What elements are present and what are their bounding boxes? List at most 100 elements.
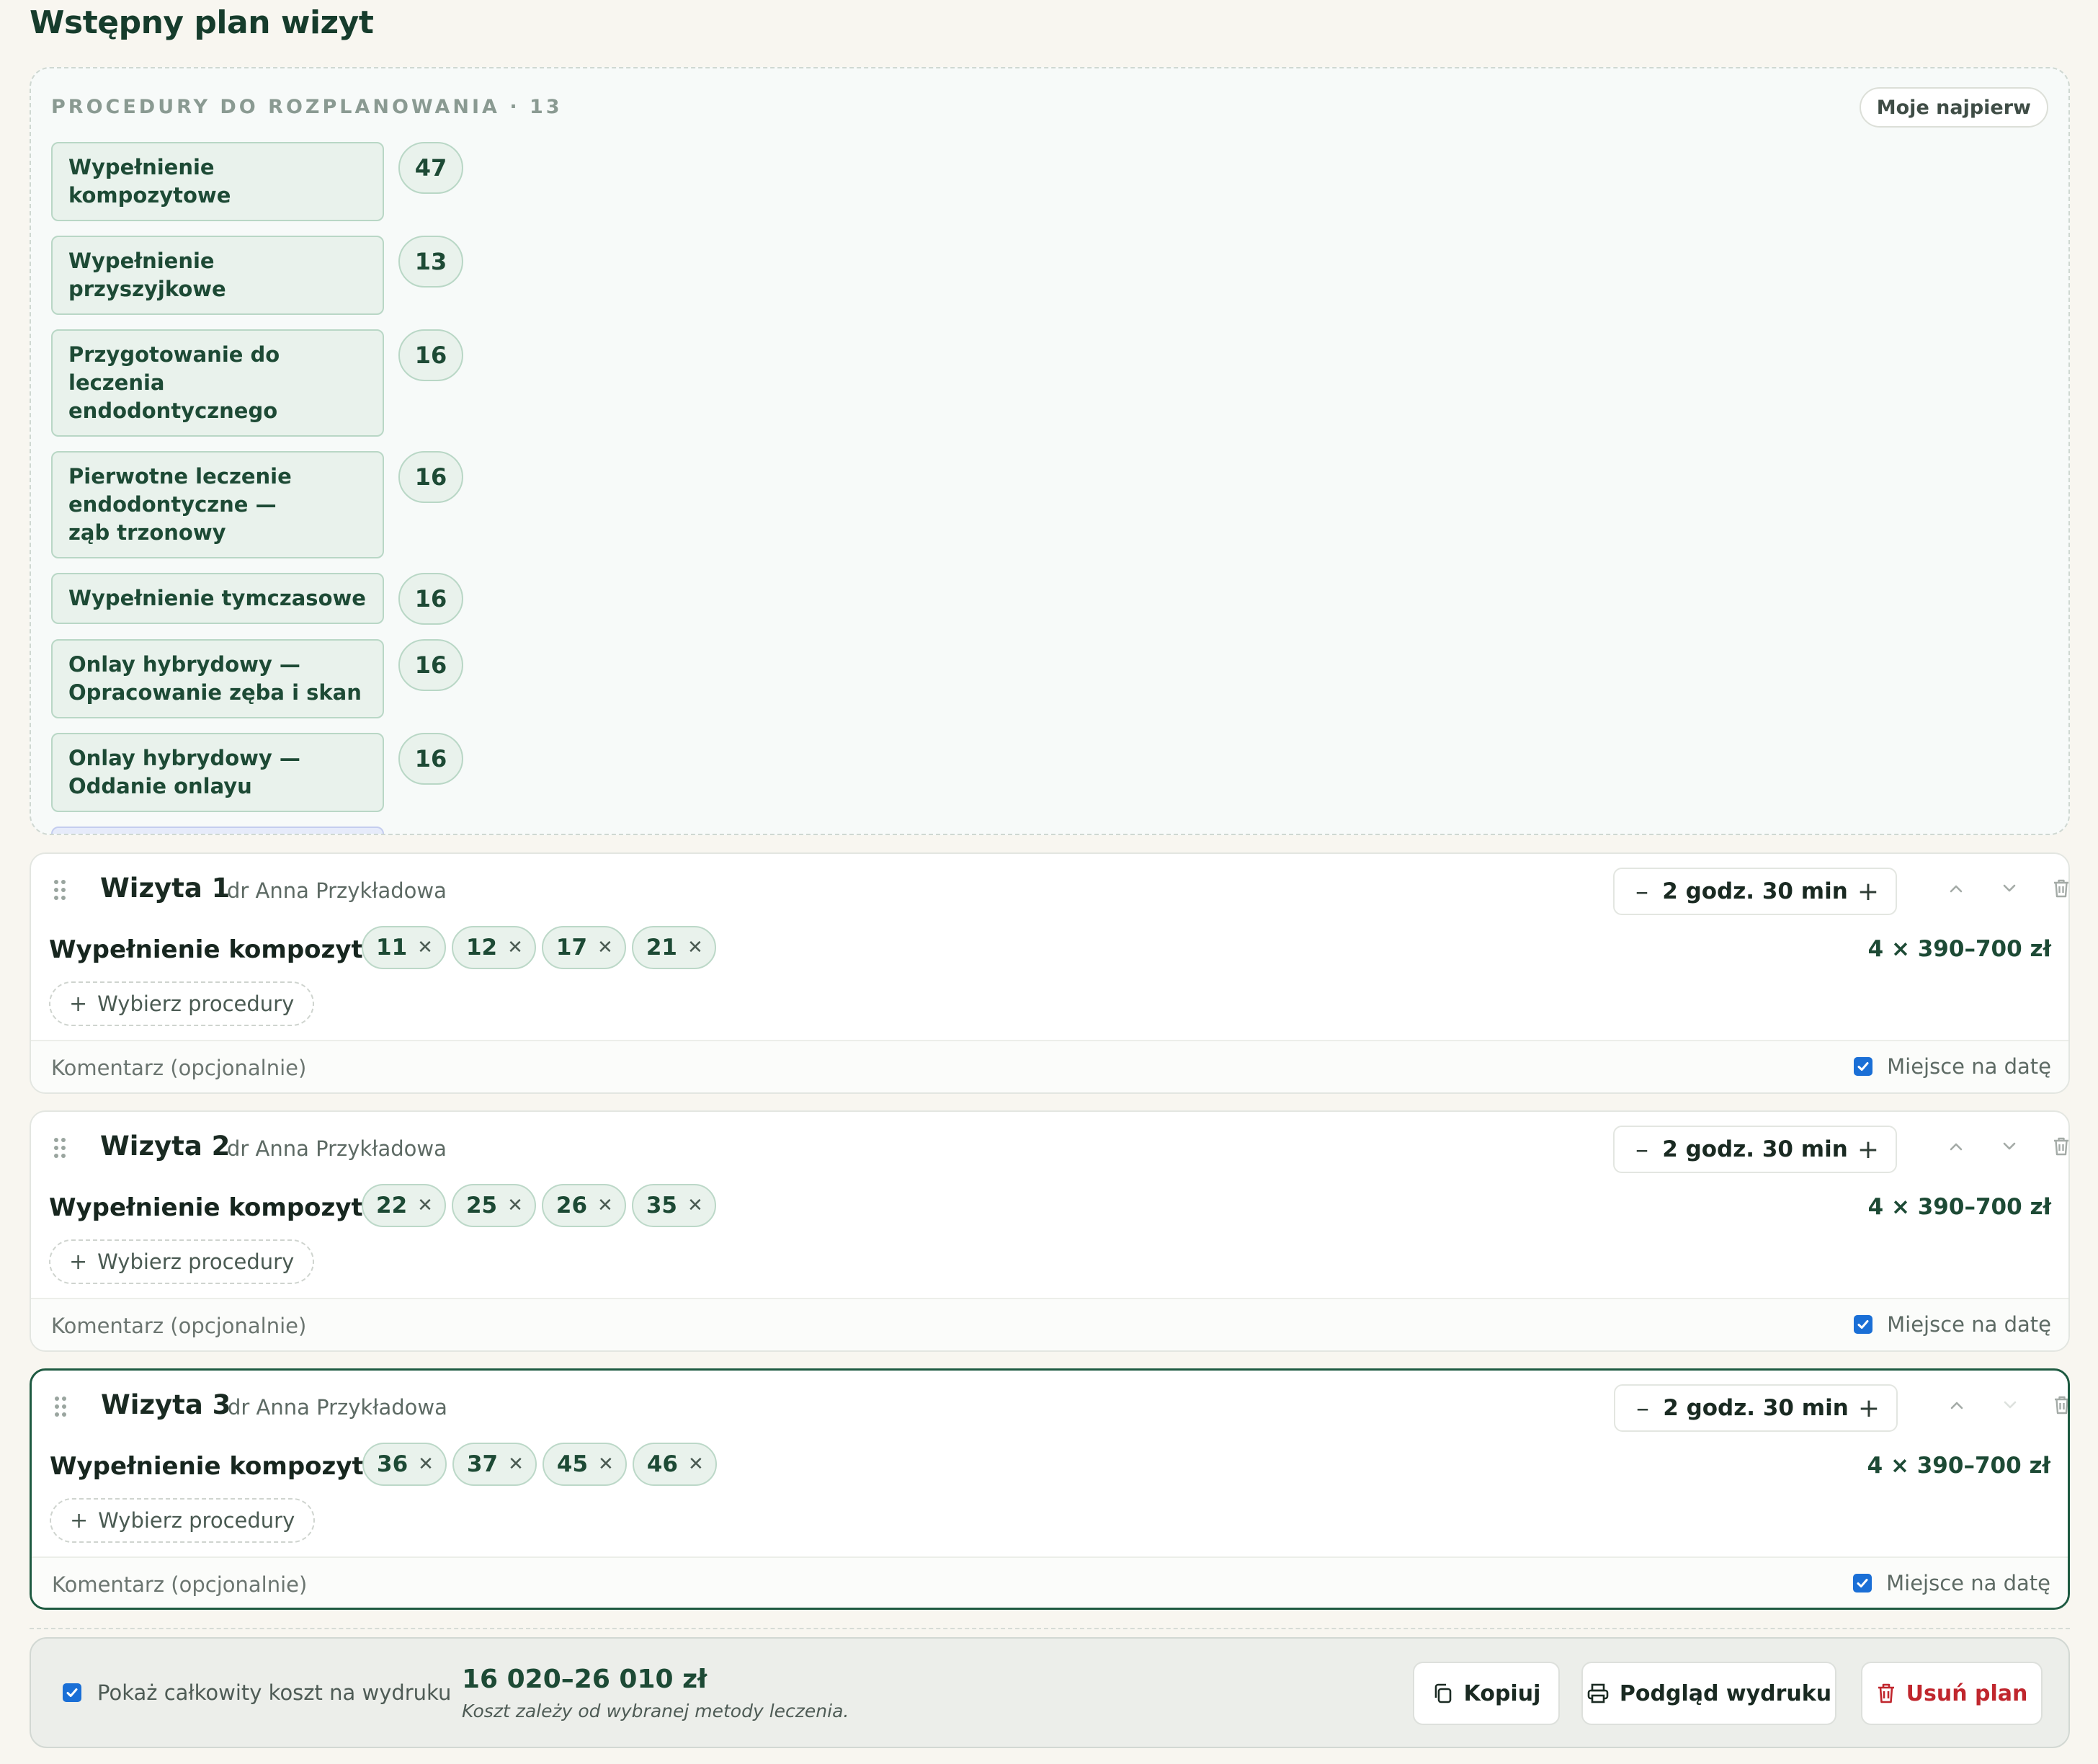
tooth-number-pill[interactable]: 47 <box>398 142 463 194</box>
comment-input[interactable]: Komentarz (opcjonalnie) <box>51 1314 306 1338</box>
procedure-chip[interactable]: Higienizacja (skaling + piaskowanie) <box>51 827 384 834</box>
procedure-chip[interactable]: Wypełnienie kompozytowe <box>51 142 384 221</box>
tooth-number: 12 <box>465 935 498 961</box>
footer-divider <box>30 1628 2070 1631</box>
tooth-number-pill[interactable]: 16 <box>398 451 463 503</box>
tooth-chips: 22 ✕ 25 ✕ 26 ✕ 35 ✕ <box>362 1184 722 1227</box>
procedure-price: 4 × 390–700 zł <box>1867 1194 2051 1220</box>
move-down-icon[interactable] <box>1996 876 2022 901</box>
remove-tooth-icon[interactable]: ✕ <box>687 1195 703 1216</box>
decrease-duration-button[interactable]: – <box>1629 1135 1655 1164</box>
remove-tooth-icon[interactable]: ✕ <box>688 1453 704 1475</box>
date-placeholder-label: Miejsce na datę <box>1887 1054 2051 1079</box>
remove-tooth-icon[interactable]: ✕ <box>598 1453 614 1475</box>
comment-bar: Komentarz (opcjonalnie) Miejsce na datę <box>32 1556 2068 1608</box>
visit-card: Wizyta 2 dr Anna Przykładowa – 2 godz. 3… <box>30 1110 2070 1352</box>
drag-handle-icon[interactable] <box>54 880 67 900</box>
duration-stepper: – 2 godz. 30 min + <box>1614 1384 1898 1432</box>
comment-input[interactable]: Komentarz (opcjonalnie) <box>51 1056 306 1080</box>
procedure-chip[interactable]: Pierwotne leczenie endodontyczne — ząb t… <box>51 451 384 558</box>
tooth-number-pill[interactable]: 16 <box>398 733 463 785</box>
visit-doctor: dr Anna Przykładowa <box>228 1395 447 1420</box>
procedure-row: Wypełnienie tymczasowe 16 <box>51 573 688 625</box>
procedure-chip[interactable]: Onlay hybrydowy — Oddanie onlayu <box>51 733 384 812</box>
tooth-number: 36 <box>377 1451 409 1477</box>
procedure-row: Onlay hybrydowy — Oddanie onlayu 16 <box>51 733 688 812</box>
tooth-chips: 11 ✕ 12 ✕ 17 ✕ 21 ✕ <box>362 926 722 969</box>
assigned-tooth-chip: 37 ✕ <box>452 1443 537 1486</box>
plus-icon: + <box>70 1507 89 1533</box>
procedure-chip[interactable]: Przygotowanie do leczenia endodontyczneg… <box>51 329 384 437</box>
date-placeholder-toggle[interactable]: Miejsce na datę <box>1854 1312 2051 1337</box>
tooth-number: 26 <box>555 1193 588 1219</box>
procedure-chip[interactable]: Onlay hybrydowy — Opracowanie zęba i ska… <box>51 639 384 718</box>
delete-plan-button[interactable]: Usuń plan <box>1861 1662 2043 1725</box>
remove-tooth-icon[interactable]: ✕ <box>418 1453 434 1475</box>
visit-card: Wizyta 3 dr Anna Przykładowa – 2 godz. 3… <box>30 1368 2070 1610</box>
remove-tooth-icon[interactable]: ✕ <box>597 937 613 958</box>
copy-button[interactable]: Kopiuj <box>1413 1662 1560 1725</box>
trash-icon <box>1878 1683 1894 1703</box>
choose-procedures-button[interactable]: + Wybierz procedury <box>50 1498 316 1543</box>
decrease-duration-button[interactable]: – <box>1630 1394 1656 1423</box>
assigned-tooth-chip: 21 ✕ <box>631 926 716 969</box>
assigned-tooth-chip: 35 ✕ <box>631 1184 716 1227</box>
move-up-icon[interactable] <box>1944 1392 1970 1418</box>
comment-input[interactable]: Komentarz (opcjonalnie) <box>52 1572 307 1597</box>
choose-procedures-button[interactable]: + Wybierz procedury <box>49 981 315 1026</box>
tooth-number-pill[interactable]: 16 <box>398 639 463 691</box>
choose-procedures-label: Wybierz procedury <box>98 1508 295 1533</box>
remove-tooth-icon[interactable]: ✕ <box>687 937 703 958</box>
delete-visit-icon[interactable] <box>2049 1392 2068 1418</box>
copy-icon <box>1434 1683 1451 1703</box>
tooth-number: 35 <box>646 1193 677 1219</box>
checkbox-checked-icon[interactable] <box>1854 1315 1873 1334</box>
sort-mine-first-button[interactable]: Moje najpierw <box>1859 87 2048 128</box>
move-up-icon[interactable] <box>1943 876 1969 901</box>
move-down-icon[interactable] <box>1997 1392 2023 1418</box>
delete-visit-icon[interactable] <box>2048 1133 2068 1159</box>
date-placeholder-toggle[interactable]: Miejsce na datę <box>1854 1054 2051 1079</box>
printer-icon <box>1587 1683 1609 1703</box>
procedure-chip[interactable]: Wypełnienie tymczasowe <box>51 573 384 624</box>
drag-handle-icon[interactable] <box>54 1138 67 1158</box>
assigned-tooth-chip: 12 ✕ <box>451 926 536 969</box>
remove-tooth-icon[interactable]: ✕ <box>597 1195 613 1216</box>
duration-value: 2 godz. 30 min <box>1663 1395 1849 1421</box>
delete-visit-icon[interactable] <box>2048 876 2068 901</box>
checkbox-checked-icon[interactable] <box>1853 1574 1872 1592</box>
show-total-cost-toggle[interactable]: Pokaż całkowity koszt na wydruku <box>63 1680 451 1705</box>
checkbox-checked-icon[interactable] <box>63 1683 81 1702</box>
tooth-number: 21 <box>646 935 677 961</box>
assigned-tooth-chip: 25 ✕ <box>451 1184 536 1227</box>
duration-stepper: – 2 godz. 30 min + <box>1613 868 1897 915</box>
remove-tooth-icon[interactable]: ✕ <box>507 1195 523 1216</box>
remove-tooth-icon[interactable]: ✕ <box>507 937 523 958</box>
drag-handle-icon[interactable] <box>55 1396 68 1417</box>
tooth-number: 37 <box>466 1451 499 1477</box>
procedure-row: Pierwotne leczenie endodontyczne — ząb t… <box>51 451 688 558</box>
checkbox-checked-icon[interactable] <box>1854 1057 1873 1076</box>
tooth-number-pill[interactable]: 16 <box>398 573 463 625</box>
increase-duration-button[interactable]: + <box>1855 877 1881 906</box>
move-up-icon[interactable] <box>1943 1133 1969 1159</box>
duration-stepper: – 2 godz. 30 min + <box>1613 1126 1897 1173</box>
date-placeholder-toggle[interactable]: Miejsce na datę <box>1853 1571 2050 1595</box>
comment-bar: Komentarz (opcjonalnie) Miejsce na datę <box>31 1298 2068 1350</box>
remove-tooth-icon[interactable]: ✕ <box>417 1195 433 1216</box>
remove-tooth-icon[interactable]: ✕ <box>508 1453 524 1475</box>
procedure-row: Przygotowanie do leczenia endodontyczneg… <box>51 329 688 437</box>
procedure-price: 4 × 390–700 zł <box>1867 1453 2050 1479</box>
print-preview-button[interactable]: Podgląd wydruku <box>1581 1662 1836 1725</box>
remove-tooth-icon[interactable]: ✕ <box>417 937 433 958</box>
increase-duration-button[interactable]: + <box>1855 1135 1881 1164</box>
procedure-chip[interactable]: Wypełnienie przyszyjkowe <box>51 236 384 315</box>
tooth-number-pill[interactable]: 13 <box>398 236 463 288</box>
choose-procedures-button[interactable]: + Wybierz procedury <box>49 1239 315 1284</box>
procedure-price: 4 × 390–700 zł <box>1867 936 2051 962</box>
tooth-number-pill[interactable]: 16 <box>398 329 463 381</box>
decrease-duration-button[interactable]: – <box>1629 877 1655 906</box>
date-placeholder-label: Miejsce na datę <box>1887 1312 2051 1337</box>
move-down-icon[interactable] <box>1996 1133 2022 1159</box>
increase-duration-button[interactable]: + <box>1856 1394 1882 1423</box>
